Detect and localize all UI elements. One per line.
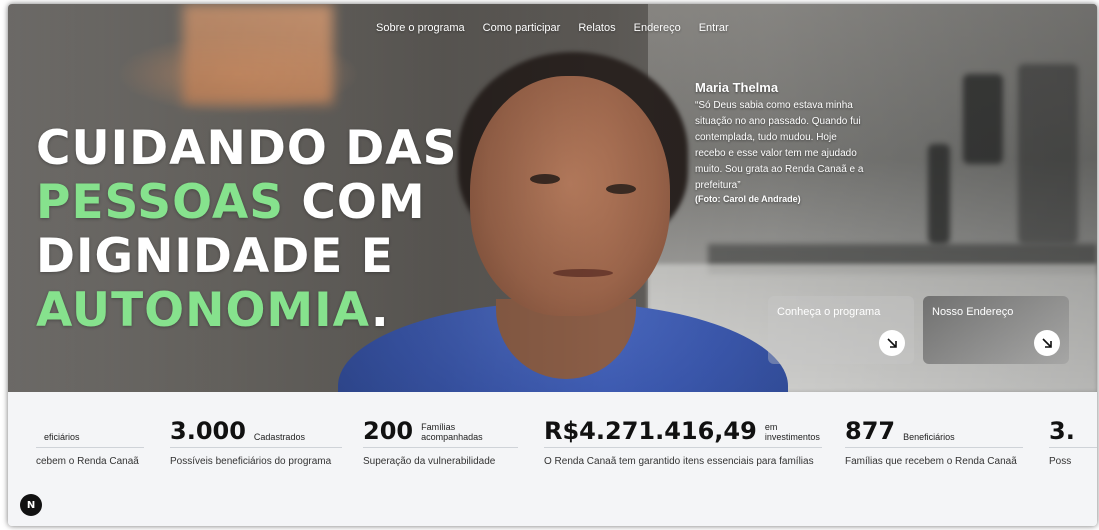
stat-value: R$4.271.416,49 bbox=[544, 417, 757, 445]
stat-item: eficiários cebem o Renda Canaã bbox=[36, 420, 144, 467]
headline-period: . bbox=[370, 283, 390, 338]
stat-description: Possíveis beneficiários do programa bbox=[170, 456, 332, 467]
stat-value: 877 bbox=[845, 417, 896, 445]
nav-entrar[interactable]: Entrar bbox=[699, 22, 729, 34]
stat-description: O Renda Canaã tem garantido itens essenc… bbox=[544, 456, 814, 467]
arrow-down-right-icon[interactable] bbox=[1034, 330, 1060, 356]
testimonial-photo-credit: (Foto: Carol de Andrade) bbox=[695, 194, 801, 204]
stat-description: Poss bbox=[1049, 456, 1072, 467]
headline-highlight-autonomia: AUTONOMIA bbox=[36, 283, 371, 338]
cta-conheca-o-programa[interactable]: Conheça o programa bbox=[768, 296, 914, 364]
stat-label: Famílias acompanhadas bbox=[421, 422, 483, 442]
headline-highlight-pessoas: PESSOAS bbox=[36, 175, 285, 230]
stats-carousel: eficiários cebem o Renda Canaã 3.000 Cada… bbox=[8, 392, 1097, 526]
top-nav: Sobre o programa Como participar Relatos… bbox=[376, 22, 747, 34]
nav-sobre-o-programa[interactable]: Sobre o programa bbox=[376, 22, 465, 34]
stat-item: R$4.271.416,49 em investimentos O Renda C… bbox=[544, 417, 822, 467]
stat-description: Famílias que recebem o Renda Canaã bbox=[845, 456, 1017, 467]
stat-item: 200 Famílias acompanhadas Superação da vu… bbox=[363, 417, 518, 467]
browser-viewport: Sobre o programa Como participar Relatos… bbox=[8, 4, 1097, 526]
stat-label: Cadastrados bbox=[253, 432, 305, 442]
headline-line-2: COM bbox=[284, 175, 426, 230]
stat-value: 3. bbox=[1049, 420, 1075, 445]
hero-headline: CUIDANDO DAS PESSOAS COM DIGNIDADE E AUT… bbox=[36, 122, 496, 338]
testimonial-quote: “Só Deus sabia como estava minha situaçã… bbox=[695, 100, 864, 191]
cta-nosso-endereco[interactable]: Nosso Endereço bbox=[923, 296, 1069, 364]
headline-line-3: DIGNIDADE E bbox=[36, 229, 394, 284]
cta-label: Nosso Endereço bbox=[932, 306, 1014, 318]
stat-description: Superação da vulnerabilidade bbox=[363, 456, 496, 467]
cta-label: Conheça o programa bbox=[777, 306, 881, 318]
headline-line-1: CUIDANDO DAS bbox=[36, 121, 458, 176]
stat-label: em investimentos bbox=[764, 422, 820, 442]
stat-item: 3.000 Cadastrados Possíveis beneficiários… bbox=[170, 417, 342, 467]
arrow-down-right-icon[interactable] bbox=[879, 330, 905, 356]
testimonial-name: Maria Thelma bbox=[695, 80, 779, 95]
testimonial: Maria Thelma “Só Deus sabia como estava … bbox=[695, 80, 870, 204]
stat-label: Beneficiários bbox=[903, 432, 955, 442]
dev-tools-badge[interactable]: N bbox=[20, 494, 42, 516]
hero-section: Sobre o programa Como participar Relatos… bbox=[8, 4, 1097, 392]
stat-item: 877 Beneficiários Famílias que recebem o … bbox=[845, 417, 1023, 467]
stat-label: eficiários bbox=[44, 432, 80, 442]
nav-como-participar[interactable]: Como participar bbox=[483, 22, 561, 34]
nav-relatos[interactable]: Relatos bbox=[578, 22, 615, 34]
stat-item: 3. Poss bbox=[1049, 420, 1097, 467]
nav-endereco[interactable]: Endereço bbox=[634, 22, 681, 34]
stat-value: 3.000 bbox=[170, 417, 246, 445]
stat-description: cebem o Renda Canaã bbox=[36, 456, 139, 467]
stat-value: 200 bbox=[363, 417, 414, 445]
